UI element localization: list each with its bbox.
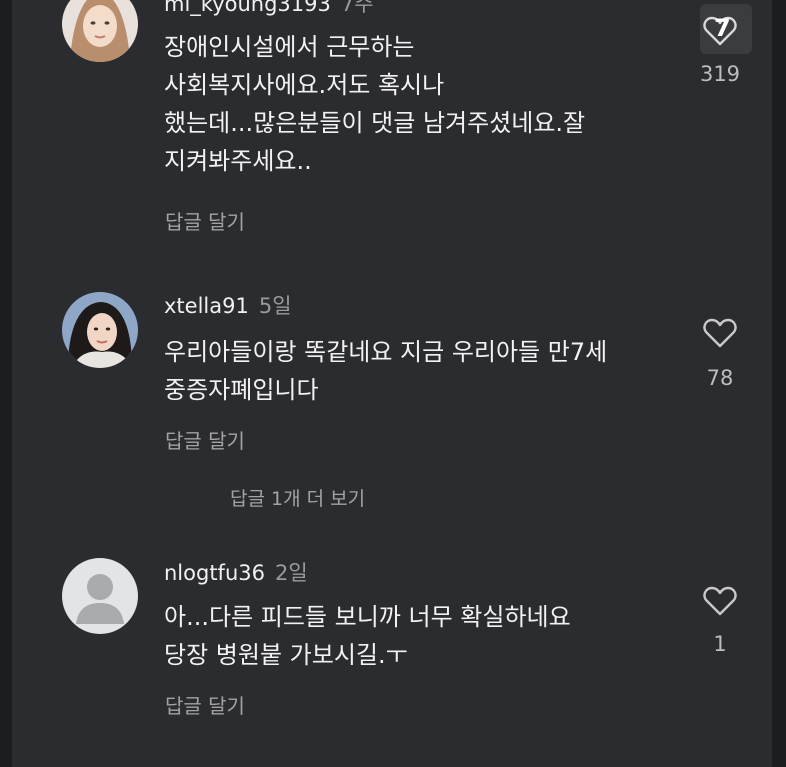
avatar[interactable]	[62, 292, 138, 368]
like-count: 319	[699, 62, 741, 86]
like-count: 78	[706, 366, 734, 390]
comment-text: 우리아들이랑 똑같네요 지금 우리아들 만7세 중증자폐입니다	[164, 333, 607, 409]
comment-line: 아...다른 피드들 보니까 너무 확실하네요	[164, 603, 571, 631]
comment-line: 지켜봐주세요..	[164, 147, 312, 175]
default-user-avatar-icon	[62, 558, 138, 634]
comment-line: 사회복지사에요.저도 혹시나	[164, 71, 445, 99]
reply-button[interactable]: 답글 달기	[165, 690, 245, 719]
reply-button[interactable]: 답글 달기	[165, 425, 245, 454]
screen-edge-left	[0, 0, 12, 767]
like-button[interactable]	[690, 318, 750, 352]
overlay-number: 7	[714, 14, 731, 42]
comment-line: 했는데...많은분들이 댓글 남겨주셨네요.잘	[164, 109, 586, 137]
heart-icon	[703, 586, 737, 616]
comment-text: 아...다른 피드들 보니까 너무 확실하네요 당장 병원붙 가보시길.ㅜ	[164, 598, 571, 674]
username-text[interactable]: mi_kyoung3193	[164, 0, 331, 16]
screen-edge-right	[772, 0, 786, 767]
username-text[interactable]: nlogtfu36	[164, 561, 265, 585]
comment-text: 장애인시설에서 근무하는 사회복지사에요.저도 혹시나 했는데...많은분들이 …	[164, 28, 585, 180]
comment-time: 7주	[340, 0, 374, 16]
comment-time: 5일	[258, 294, 292, 318]
comment-line: 중증자폐입니다	[164, 376, 319, 404]
comment-time: 2일	[274, 561, 308, 585]
username-text[interactable]: xtella91	[164, 294, 249, 318]
reply-button[interactable]: 답글 달기	[165, 206, 245, 235]
avatar[interactable]	[62, 558, 138, 634]
profile-photo-icon	[62, 292, 138, 368]
comment-username[interactable]: nlogtfu36 2일	[164, 557, 308, 587]
comment-line: 장애인시설에서 근무하는	[164, 33, 415, 61]
heart-icon	[703, 318, 737, 348]
comment-line: 우리아들이랑 똑같네요 지금 우리아들 만7세	[164, 338, 608, 366]
like-button[interactable]	[690, 586, 750, 620]
comment-username[interactable]: mi_kyoung3193 7주	[164, 0, 374, 18]
comment-line: 당장 병원붙 가보시길.ㅜ	[164, 641, 408, 669]
view-more-replies-button[interactable]: 답글 1개 더 보기	[230, 484, 365, 511]
like-count: 1	[713, 632, 727, 656]
comment-username[interactable]: xtella91 5일	[164, 290, 292, 320]
